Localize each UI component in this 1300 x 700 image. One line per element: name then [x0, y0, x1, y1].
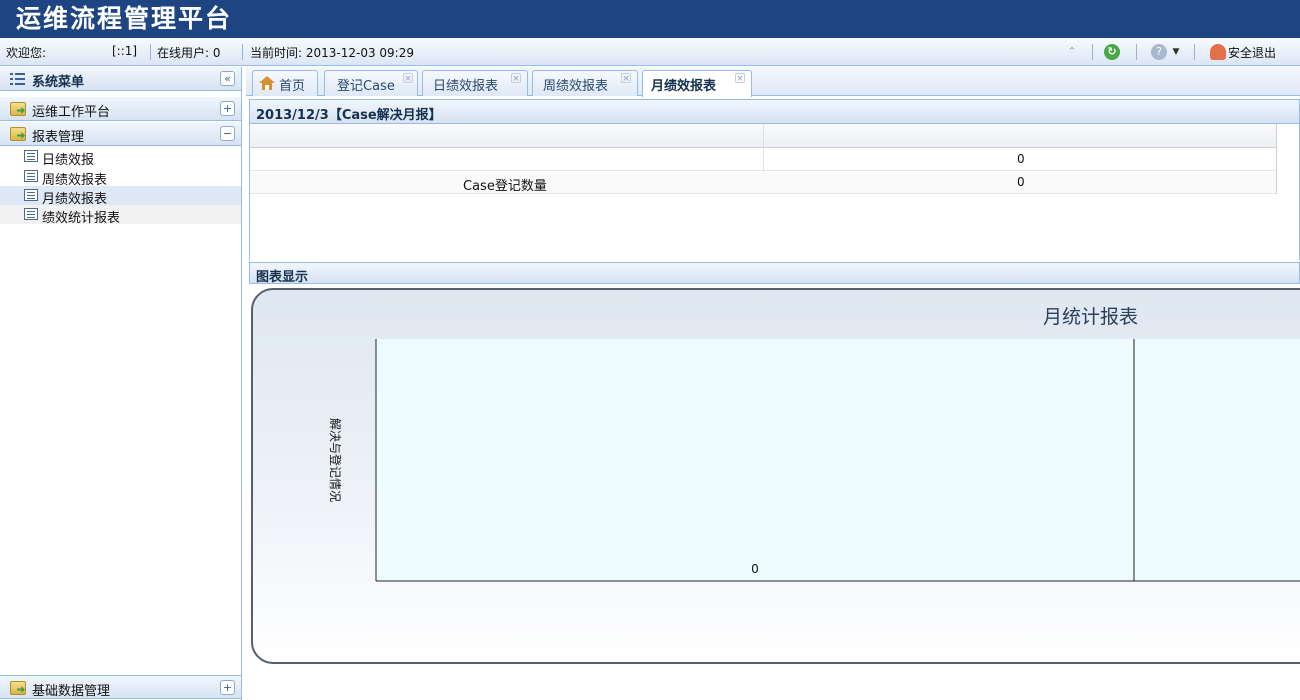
status-divider	[1136, 44, 1137, 60]
report-icon	[24, 189, 38, 201]
sidebar-item-label: 日绩效报	[42, 153, 95, 168]
row-label: Case登记数量	[463, 179, 547, 194]
tab-label: 首页	[279, 79, 306, 94]
plot-area-extension	[1134, 339, 1300, 581]
tab-label: 周绩效报表	[543, 79, 609, 94]
sidebar-group-label: 运维工作平台	[32, 105, 111, 120]
table-row: Case登记数量 0	[250, 172, 1276, 194]
expand-icon[interactable]: +	[220, 101, 235, 116]
app-header: 运维流程管理平台	[0, 0, 1300, 38]
close-icon[interactable]: ×	[511, 73, 521, 84]
app-title: 运维流程管理平台	[16, 4, 233, 33]
table-row: 0	[250, 149, 1276, 171]
menu-list-icon	[10, 72, 26, 86]
status-divider	[1092, 44, 1093, 60]
tab-label: 登记Case	[337, 79, 395, 94]
user-name: [::1]	[112, 44, 138, 58]
sidebar-item-stats-report[interactable]: 绩效统计报表	[0, 205, 241, 226]
close-icon[interactable]: ×	[621, 73, 631, 84]
refresh-icon[interactable]: ↻	[1104, 44, 1120, 60]
folder-arrow-icon	[10, 102, 26, 116]
status-divider	[242, 44, 243, 60]
report-icon	[24, 208, 38, 220]
logout-link[interactable]: 安全退出	[1228, 44, 1276, 61]
sidebar-item-monthly-report[interactable]: 月绩效报表	[0, 186, 241, 207]
tab-strip: 首页 登记Case × 日绩效报表 × 周绩效报表 × 月绩效报表 ×	[246, 67, 1300, 97]
report-icon	[24, 150, 38, 162]
report-panel-header: 2013/12/3【Case解决月报】	[249, 99, 1300, 124]
home-icon	[259, 76, 275, 90]
collapse-header-icon[interactable]: ⌃	[1064, 44, 1080, 60]
welcome-label: 欢迎您:	[6, 46, 47, 60]
report-title: 2013/12/3【Case解决月报】	[256, 108, 442, 123]
chart-frame: 月统计报表 解决与登记情况 0	[251, 288, 1300, 664]
sidebar-group-reports[interactable]: 报表管理 −	[0, 122, 241, 146]
grid-column-divider	[1276, 124, 1277, 194]
chart-plot: 解决与登记情况 0	[328, 339, 1300, 582]
tab-label: 日绩效报表	[433, 79, 499, 94]
sidebar-group-label: 报表管理	[32, 130, 85, 145]
collapse-icon[interactable]: −	[220, 126, 235, 141]
sidebar-group-label: 基础数据管理	[32, 684, 111, 699]
tab-register-case[interactable]: 登记Case ×	[324, 70, 418, 96]
sidebar-group-ops[interactable]: 运维工作平台 +	[0, 97, 241, 121]
online-users: 在线用户: 0	[157, 46, 221, 60]
sidebar: 系统菜单 « 运维工作平台 + 报表管理 − 日绩效报 周绩效报表 月绩效报表 …	[0, 67, 242, 700]
status-divider	[1194, 44, 1195, 60]
chevron-down-icon[interactable]: ▼	[1170, 44, 1182, 60]
expand-icon[interactable]: +	[220, 680, 235, 695]
collapse-sidebar-button[interactable]: «	[220, 71, 235, 86]
tab-daily-report[interactable]: 日绩效报表 ×	[422, 70, 528, 96]
row-value: 0	[1017, 152, 1025, 166]
x-tick-label: 0	[751, 562, 759, 576]
folder-arrow-icon	[10, 127, 26, 141]
sidebar-title: 系统菜单	[32, 75, 85, 90]
plot-area	[376, 339, 1134, 581]
current-time: 当前时间: 2013-12-03 09:29	[250, 46, 414, 60]
tab-label: 月绩效报表	[651, 79, 717, 94]
report-icon	[24, 170, 38, 182]
report-grid: 0 Case登记数量 0	[249, 124, 1300, 260]
tab-monthly-report[interactable]: 月绩效报表 ×	[642, 70, 752, 97]
help-icon[interactable]: ?	[1151, 44, 1167, 60]
tab-weekly-report[interactable]: 周绩效报表 ×	[532, 70, 638, 96]
status-bar: 欢迎您: [::1] 在线用户: 0 当前时间: 2013-12-03 09:2…	[0, 38, 1300, 66]
user-logout-icon[interactable]	[1210, 44, 1226, 60]
sidebar-item-label: 绩效统计报表	[42, 211, 121, 226]
close-icon[interactable]: ×	[735, 73, 745, 84]
folder-arrow-icon	[10, 681, 26, 695]
row-value: 0	[1017, 175, 1025, 189]
chart-section-title: 图表显示	[256, 270, 309, 285]
close-icon[interactable]: ×	[403, 73, 413, 84]
chart-panel-header: 图表显示	[249, 262, 1300, 285]
sidebar-header: 系统菜单 «	[0, 67, 241, 91]
sidebar-item-daily-report[interactable]: 日绩效报	[0, 147, 241, 168]
tab-home[interactable]: 首页	[252, 70, 318, 96]
y-axis-label: 解决与登记情况	[328, 418, 343, 502]
sidebar-group-basedata[interactable]: 基础数据管理 +	[0, 675, 241, 699]
sidebar-item-weekly-report[interactable]: 周绩效报表	[0, 167, 241, 188]
status-divider	[150, 44, 151, 60]
